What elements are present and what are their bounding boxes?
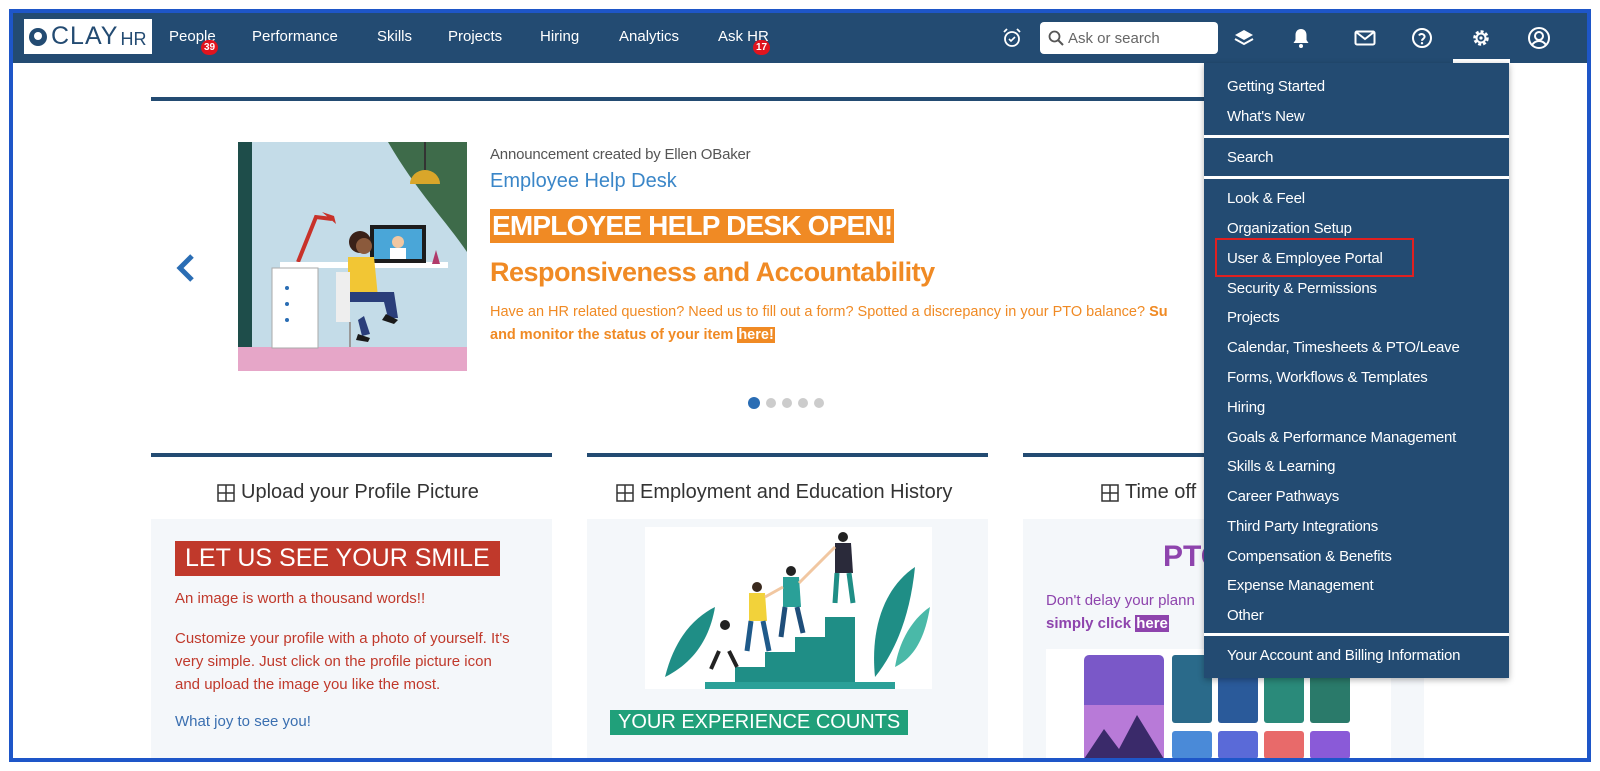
carousel-dots	[748, 397, 824, 409]
menu-item-other[interactable]: Other	[1227, 607, 1264, 624]
menu-item-look-feel[interactable]: Look & Feel	[1227, 190, 1305, 207]
announcement-subtitle: Responsiveness and Accountability	[490, 257, 935, 287]
card-divider	[587, 453, 988, 457]
help-icon[interactable]	[1408, 24, 1436, 52]
menu-item-calendar-timesheets[interactable]: Calendar, Timesheets & PTO/Leave	[1227, 339, 1460, 356]
menu-item-skills-learning[interactable]: Skills & Learning	[1227, 458, 1336, 475]
card-title-text: Time off	[1125, 481, 1197, 503]
bell-icon[interactable]	[1287, 24, 1315, 52]
card-title-history: Employment and Education History	[616, 481, 952, 504]
profile-para-3: and upload the image you like the most.	[175, 676, 441, 693]
announcement-body-bold: Su	[1149, 304, 1168, 320]
card-title-timeoff: Time off	[1101, 481, 1196, 504]
nav-people[interactable]: People 39	[169, 28, 219, 55]
clayhr-logo[interactable]: CLAY HR	[24, 19, 152, 54]
nav-hiring[interactable]: Hiring	[540, 28, 579, 45]
menu-item-account-billing[interactable]: Your Account and Billing Information	[1227, 647, 1460, 664]
card-title-text: Employment and Education History	[640, 481, 953, 503]
search-placeholder: Ask or search	[1068, 29, 1160, 47]
menu-item-projects[interactable]: Projects	[1227, 309, 1280, 326]
menu-item-organization-setup[interactable]: Organization Setup	[1227, 220, 1352, 237]
alarm-clock-icon[interactable]	[998, 24, 1026, 52]
experience-banner: YOUR EXPERIENCE COUNTS	[610, 710, 909, 735]
carousel-dot[interactable]	[766, 398, 776, 408]
mail-icon[interactable]	[1351, 24, 1379, 52]
menu-item-whats-new[interactable]: What's New	[1227, 108, 1305, 125]
highlight-box	[1215, 238, 1414, 277]
card-title-profile: Upload your Profile Picture	[217, 481, 479, 504]
pto-line2: simply click	[1046, 615, 1136, 632]
pto-line1: Don't delay your plann	[1046, 592, 1195, 609]
menu-item-career-pathways[interactable]: Career Pathways	[1227, 488, 1339, 505]
grid-icon	[616, 483, 634, 502]
announcement-body: Have an HR related question? Need us to …	[490, 301, 1230, 347]
card-title-text: Upload your Profile Picture	[241, 481, 479, 503]
search-icon	[1048, 30, 1064, 46]
menu-item-third-party-integrations[interactable]: Third Party Integrations	[1227, 518, 1378, 535]
card-divider	[151, 453, 552, 457]
top-nav: CLAY HR People 39 Performance Skills Pro…	[13, 13, 1587, 63]
menu-item-hiring[interactable]: Hiring	[1227, 399, 1265, 416]
menu-divider	[1204, 176, 1509, 179]
grid-icon	[217, 483, 235, 502]
menu-divider	[1204, 633, 1509, 636]
announcement-title[interactable]: Employee Help Desk	[490, 170, 677, 193]
menu-item-forms-workflows[interactable]: Forms, Workflows & Templates	[1227, 369, 1428, 386]
announcement-body-text: Have an HR related question? Need us to …	[490, 304, 1150, 320]
app-window: CLAY HR People 39 Performance Skills Pro…	[9, 9, 1591, 762]
carousel-dot[interactable]	[798, 398, 808, 408]
nav-performance[interactable]: Performance	[252, 28, 338, 45]
pto-text: Don't delay your plann simply click here	[1046, 589, 1195, 635]
profile-footer: What joy to see you!	[175, 713, 311, 730]
smile-banner: LET US SEE YOUR SMILE	[175, 541, 500, 576]
pto-here-link[interactable]: here	[1135, 615, 1169, 632]
menu-item-compensation-benefits[interactable]: Compensation & Benefits	[1227, 548, 1392, 565]
menu-item-getting-started[interactable]: Getting Started	[1227, 78, 1325, 95]
logo-mark-icon	[29, 27, 47, 46]
ask-hr-badge: 17	[753, 40, 771, 55]
teamwork-illustration	[645, 527, 932, 689]
announcement-here-link[interactable]: here!	[737, 327, 775, 343]
settings-dropdown-menu: Getting Started What's New Search Look &…	[1204, 63, 1509, 678]
help-desk-illustration	[238, 142, 467, 371]
menu-item-goals-performance[interactable]: Goals & Performance Management	[1227, 429, 1456, 446]
profile-line1: An image is worth a thousand words!!	[175, 590, 426, 607]
nav-skills[interactable]: Skills	[377, 28, 412, 45]
announcement-meta: Announcement created by Ellen OBaker	[490, 146, 751, 163]
user-avatar-icon[interactable]	[1525, 24, 1553, 52]
logo-text-hr: HR	[120, 29, 147, 49]
carousel-dot[interactable]	[782, 398, 792, 408]
nav-projects[interactable]: Projects	[448, 28, 502, 45]
announcement-body-line2: and monitor the status of your item	[490, 327, 738, 343]
logo-text: CLAY	[51, 22, 119, 50]
carousel-dot[interactable]	[748, 397, 760, 409]
carousel-prev-icon[interactable]	[175, 253, 197, 288]
profile-para-2: very simple. Just click on the profile p…	[175, 653, 492, 670]
menu-item-security-permissions[interactable]: Security & Permissions	[1227, 280, 1377, 297]
nav-analytics[interactable]: Analytics	[619, 28, 679, 45]
profile-para-1: Customize your profile with a photo of y…	[175, 630, 510, 647]
menu-item-expense-management[interactable]: Expense Management	[1227, 577, 1374, 594]
grid-icon	[1101, 483, 1119, 502]
menu-item-search[interactable]: Search	[1227, 149, 1274, 166]
people-badge: 39	[201, 40, 219, 55]
menu-divider	[1204, 135, 1509, 138]
search-input[interactable]: Ask or search	[1040, 22, 1218, 54]
carousel-dot[interactable]	[814, 398, 824, 408]
gear-icon[interactable]	[1467, 24, 1495, 52]
nav-ask-hr[interactable]: Ask HR 17	[718, 28, 771, 55]
layers-icon[interactable]	[1230, 24, 1258, 52]
announcement-banner: EMPLOYEE HELP DESK OPEN!	[490, 209, 895, 243]
